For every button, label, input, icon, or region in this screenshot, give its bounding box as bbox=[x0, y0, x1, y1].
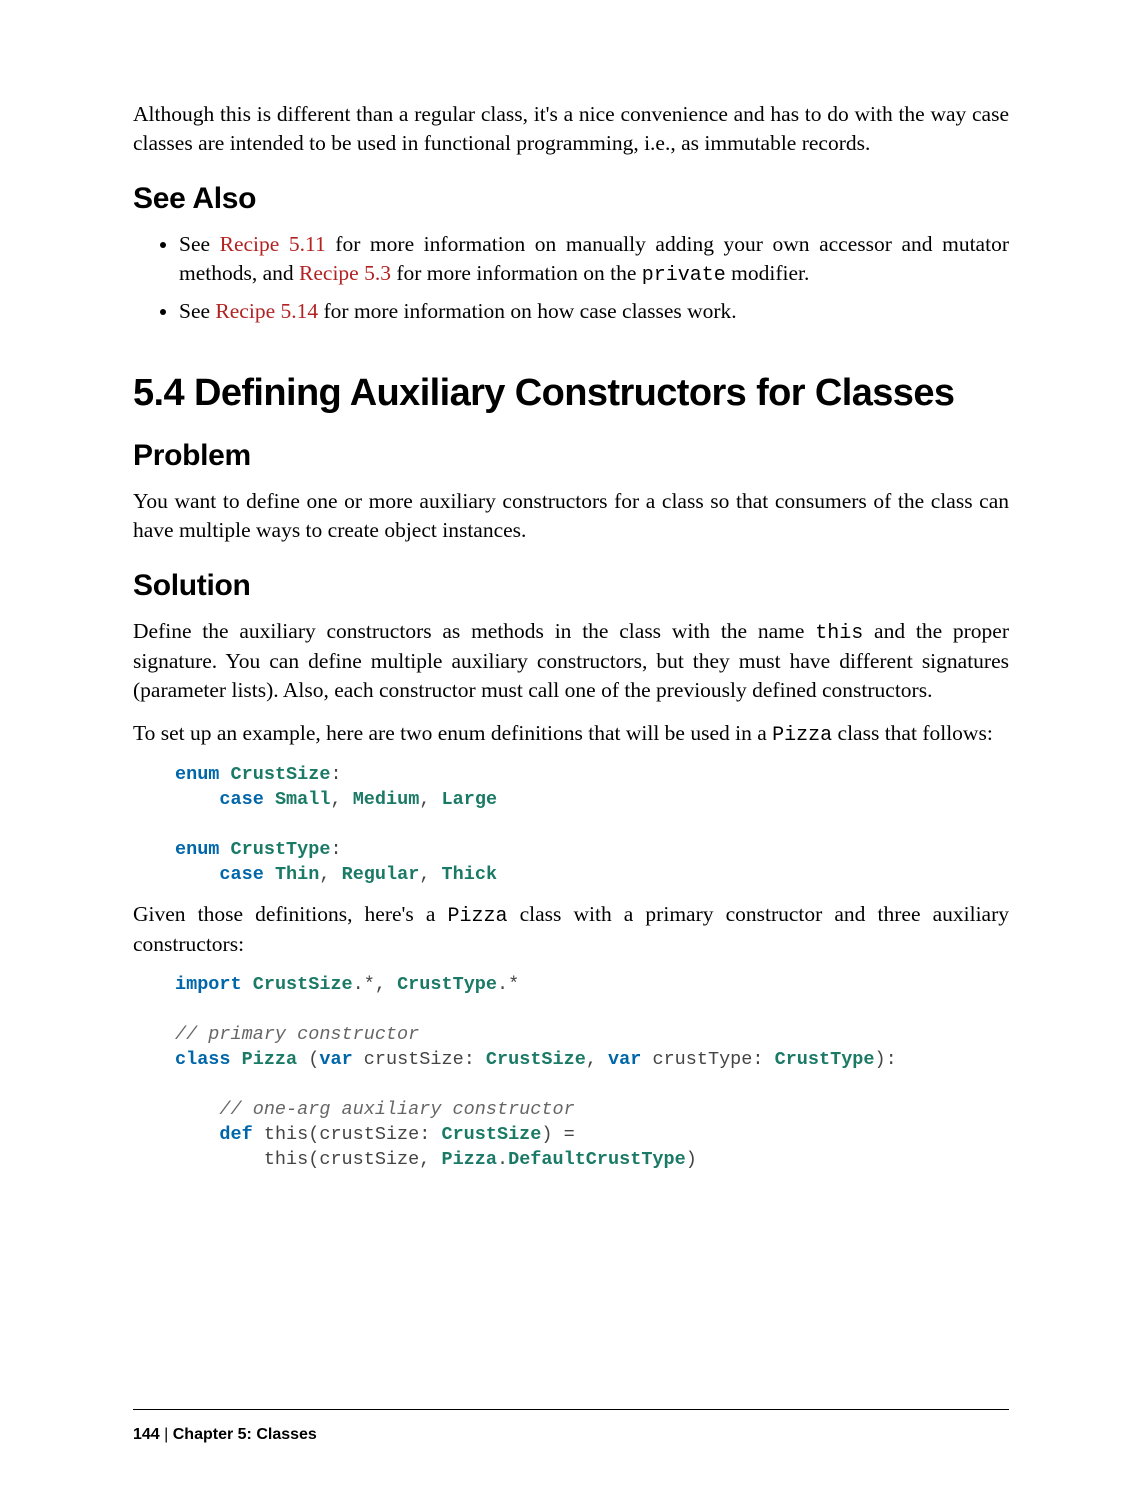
punct: , bbox=[586, 1049, 608, 1070]
punct: , bbox=[419, 789, 441, 810]
ident: crustType: bbox=[641, 1049, 774, 1070]
type: Pizza bbox=[242, 1049, 298, 1070]
solution-heading: Solution bbox=[133, 569, 1009, 603]
punct: ) = bbox=[541, 1124, 574, 1145]
punct: .* bbox=[497, 974, 519, 995]
keyword: def bbox=[219, 1124, 252, 1145]
type: CrustType bbox=[775, 1049, 875, 1070]
keyword: case bbox=[219, 789, 263, 810]
code-block-enum: enum CrustSize: case Small, Medium, Larg… bbox=[175, 763, 1009, 888]
chapter-label: Chapter 5: Classes bbox=[173, 1426, 317, 1443]
page-number: 144 bbox=[133, 1426, 160, 1443]
text: See bbox=[179, 299, 215, 323]
footer-rule bbox=[133, 1409, 1009, 1410]
intro-paragraph: Although this is different than a regula… bbox=[133, 100, 1009, 158]
text: for more information on how case classes… bbox=[318, 299, 737, 323]
punct: ) bbox=[686, 1149, 697, 1170]
punct: : bbox=[330, 764, 341, 785]
punct: , bbox=[319, 864, 341, 885]
ident: this(crustSize, bbox=[264, 1149, 442, 1170]
ident: Large bbox=[442, 789, 498, 810]
keyword: class bbox=[175, 1049, 231, 1070]
keyword: var bbox=[319, 1049, 352, 1070]
keyword: var bbox=[608, 1049, 641, 1070]
recipe-link[interactable]: Recipe 5.14 bbox=[215, 299, 318, 323]
recipe-link[interactable]: Recipe 5.11 bbox=[220, 232, 326, 256]
type: CrustSize bbox=[253, 974, 353, 995]
keyword: enum bbox=[175, 839, 219, 860]
text: To set up an example, here are two enum … bbox=[133, 721, 772, 745]
page-footer: 144 | Chapter 5: Classes bbox=[133, 1426, 317, 1444]
punct: .*, bbox=[353, 974, 397, 995]
code-block-pizza: import CrustSize.*, CrustType.* // prima… bbox=[175, 973, 1009, 1173]
list-item: See Recipe 5.14 for more information on … bbox=[179, 297, 1009, 326]
ident: crustSize: bbox=[353, 1049, 486, 1070]
type: CrustType bbox=[231, 839, 331, 860]
text: for more information on the bbox=[391, 261, 642, 285]
type: DefaultCrustType bbox=[508, 1149, 686, 1170]
punct: ): bbox=[875, 1049, 897, 1070]
code-inline: Pizza bbox=[772, 724, 832, 747]
problem-paragraph: You want to define one or more auxiliary… bbox=[133, 487, 1009, 545]
text: class that follows: bbox=[832, 721, 993, 745]
keyword: import bbox=[175, 974, 242, 995]
code-inline: Pizza bbox=[448, 905, 508, 928]
punct: . bbox=[497, 1149, 508, 1170]
recipe-link[interactable]: Recipe 5.3 bbox=[299, 261, 391, 285]
type: CrustType bbox=[397, 974, 497, 995]
type: CrustSize bbox=[441, 1124, 541, 1145]
ident: Regular bbox=[342, 864, 420, 885]
ident: Thin bbox=[275, 864, 319, 885]
punct: , bbox=[419, 864, 441, 885]
ident: Small bbox=[275, 789, 331, 810]
comment: // primary constructor bbox=[175, 1024, 419, 1045]
text: See bbox=[179, 232, 220, 256]
problem-heading: Problem bbox=[133, 439, 1009, 473]
type: CrustSize bbox=[486, 1049, 586, 1070]
see-also-list: See Recipe 5.11 for more information on … bbox=[133, 230, 1009, 326]
ident: Thick bbox=[442, 864, 498, 885]
type: CrustSize bbox=[231, 764, 331, 785]
solution-paragraph: To set up an example, here are two enum … bbox=[133, 719, 1009, 749]
text: modifier. bbox=[726, 261, 810, 285]
code-inline: this bbox=[815, 622, 863, 645]
text: Define the auxiliary constructors as met… bbox=[133, 619, 815, 643]
punct: : bbox=[330, 839, 341, 860]
solution-paragraph: Define the auxiliary constructors as met… bbox=[133, 617, 1009, 705]
see-also-heading: See Also bbox=[133, 182, 1009, 216]
section-heading: 5.4 Defining Auxiliary Constructors for … bbox=[133, 372, 1009, 415]
type: Pizza bbox=[441, 1149, 497, 1170]
separator: | bbox=[160, 1426, 173, 1443]
ident: this(crustSize: bbox=[253, 1124, 442, 1145]
text: Given those definitions, here's a bbox=[133, 902, 448, 926]
comment: // one-arg auxiliary constructor bbox=[219, 1099, 574, 1120]
ident: Medium bbox=[353, 789, 420, 810]
keyword: case bbox=[219, 864, 263, 885]
code-inline: private bbox=[642, 264, 726, 287]
keyword: enum bbox=[175, 764, 219, 785]
solution-paragraph: Given those definitions, here's a Pizza … bbox=[133, 900, 1009, 959]
punct: ( bbox=[297, 1049, 319, 1070]
page: Although this is different than a regula… bbox=[0, 0, 1142, 1500]
list-item: See Recipe 5.11 for more information on … bbox=[179, 230, 1009, 289]
punct: , bbox=[330, 789, 352, 810]
